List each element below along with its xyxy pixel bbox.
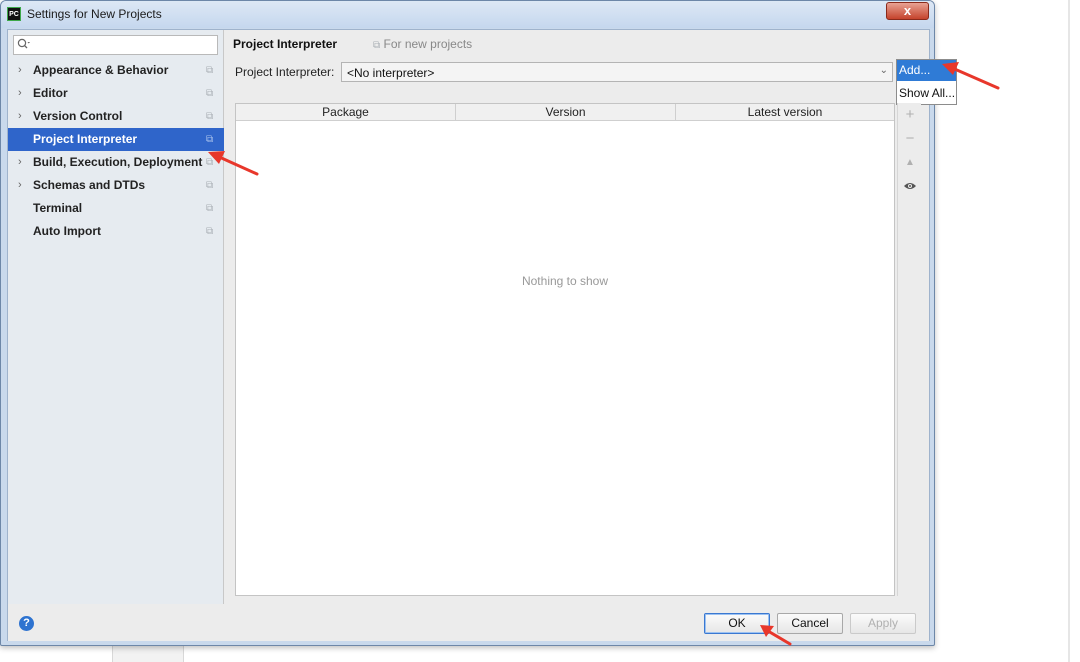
sidebar-item-build-execution-deployment[interactable]: › Build, Execution, Deployment ⧉: [8, 151, 224, 174]
background-divider: [1068, 0, 1070, 662]
sidebar-item-label: Version Control: [33, 109, 123, 123]
sidebar-item-terminal[interactable]: Terminal ⧉: [8, 197, 224, 220]
window-title: Settings for New Projects: [27, 7, 162, 21]
sidebar-item-label: Appearance & Behavior: [33, 63, 169, 77]
scope-hint-text: For new projects: [383, 37, 473, 51]
copy-settings-icon: ⧉: [206, 226, 214, 237]
sidebar-item-auto-import[interactable]: Auto Import ⧉: [8, 220, 224, 243]
search-icon: [17, 38, 31, 52]
title-bar[interactable]: PC Settings for New Projects x: [1, 1, 934, 28]
sidebar-item-project-interpreter[interactable]: Project Interpreter ⧉: [8, 128, 224, 151]
chevron-right-icon: ›: [18, 110, 22, 122]
screenshot-page: PC Settings for New Projects x › Appeara…: [0, 0, 1080, 662]
settings-dialog: PC Settings for New Projects x › Appeara…: [0, 0, 957, 646]
copy-settings-icon: ⧉: [206, 111, 214, 122]
settings-sidebar: › Appearance & Behavior ⧉ › Editor ⧉ › V…: [8, 30, 224, 604]
column-header-version[interactable]: Version: [456, 104, 676, 121]
sidebar-item-version-control[interactable]: › Version Control ⧉: [8, 105, 224, 128]
plus-icon[interactable]: +: [902, 107, 918, 123]
interpreter-value: <No interpreter>: [347, 66, 435, 80]
chevron-right-icon: ›: [18, 179, 22, 191]
annotation-arrow-ok: [760, 625, 792, 646]
settings-content-panel: Project Interpreter ⧉ For new projects P…: [225, 30, 957, 604]
copy-settings-icon: ⧉: [206, 88, 214, 99]
empty-table-message: Nothing to show: [521, 274, 609, 288]
sidebar-item-editor[interactable]: › Editor ⧉: [8, 82, 224, 105]
scope-hint: ⧉ For new projects: [373, 37, 472, 51]
annotation-arrow-add: [942, 62, 1000, 90]
pycharm-app-icon: PC: [7, 7, 21, 21]
column-header-latest-version[interactable]: Latest version: [676, 104, 894, 121]
dialog-client-area: › Appearance & Behavior ⧉ › Editor ⧉ › V…: [7, 29, 957, 641]
chevron-right-icon: ›: [18, 87, 22, 99]
annotation-arrow-sidebar: [208, 151, 259, 176]
package-toolbar: + − ▲: [897, 103, 921, 596]
sidebar-item-label: Auto Import: [33, 224, 101, 238]
sidebar-item-label: Schemas and DTDs: [33, 178, 146, 192]
copy-settings-icon: ⧉: [373, 40, 381, 51]
chevron-right-icon: ›: [18, 64, 22, 76]
packages-table: Package Version Latest version Nothing t…: [235, 103, 895, 596]
copy-settings-icon: ⧉: [206, 65, 214, 76]
sidebar-item-appearance-behavior[interactable]: › Appearance & Behavior ⧉: [8, 59, 224, 82]
table-header: Package Version Latest version: [236, 104, 894, 121]
interpreter-label: Project Interpreter:: [235, 65, 335, 79]
interpreter-dropdown[interactable]: <No interpreter> ⌄: [341, 62, 893, 82]
sidebar-item-label: Editor: [33, 86, 68, 100]
sidebar-item-label: Terminal: [33, 201, 83, 215]
apply-button[interactable]: Apply: [850, 613, 916, 634]
close-button[interactable]: x: [886, 2, 929, 20]
minus-icon[interactable]: −: [902, 131, 918, 147]
copy-settings-icon: ⧉: [206, 203, 214, 214]
sidebar-item-schemas-dtds[interactable]: › Schemas and DTDs ⧉: [8, 174, 224, 197]
background-tab: [112, 645, 184, 662]
up-arrow-icon[interactable]: ▲: [902, 155, 918, 171]
sidebar-item-label: Build, Execution, Deployment: [33, 155, 203, 169]
help-icon[interactable]: ?: [19, 616, 34, 631]
eye-icon[interactable]: [902, 179, 918, 195]
sidebar-item-label: Project Interpreter: [33, 132, 138, 146]
column-header-package[interactable]: Package: [236, 104, 456, 121]
page-title: Project Interpreter: [233, 37, 338, 51]
chevron-right-icon: ›: [18, 156, 22, 168]
settings-search-input[interactable]: [13, 35, 218, 55]
chevron-down-icon: ⌄: [879, 65, 888, 76]
